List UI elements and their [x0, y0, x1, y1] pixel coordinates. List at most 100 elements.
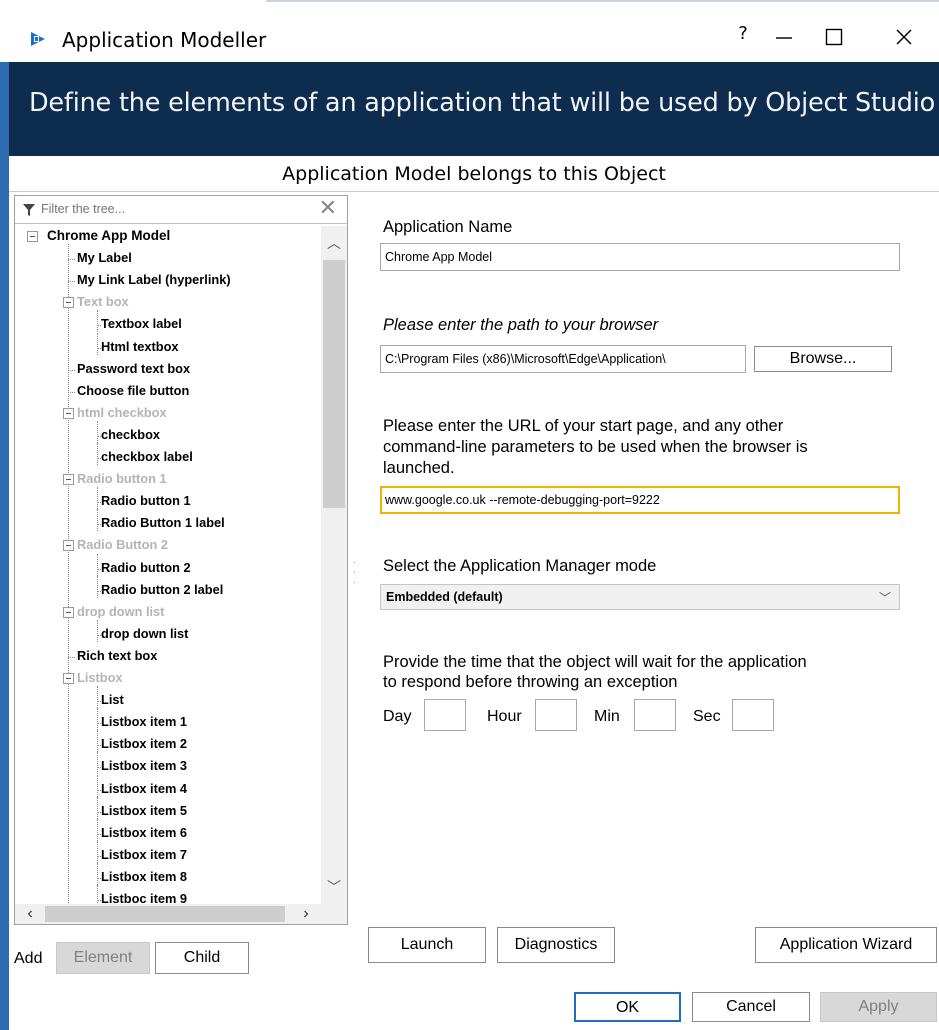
- vertical-scroll-thumb[interactable]: [323, 260, 345, 508]
- tree-guide-line: [97, 487, 98, 510]
- collapse-node-icon[interactable]: [63, 474, 74, 486]
- tree-root-node[interactable]: Chrome App Model: [47, 228, 170, 250]
- tree-node[interactable]: Html textbox: [101, 339, 179, 361]
- tree-node[interactable]: Listbox item 4: [101, 781, 187, 803]
- tree-node[interactable]: Choose file button: [77, 383, 189, 405]
- tree-node[interactable]: Password text box: [77, 361, 190, 383]
- app-manager-mode-select[interactable]: Embedded (default) ﹀: [380, 584, 900, 610]
- tree-vertical-scrollbar[interactable]: ︿ ﹀: [321, 226, 347, 906]
- scroll-left-icon[interactable]: ‹: [19, 904, 41, 924]
- filter-icon: [23, 204, 35, 216]
- tree-node[interactable]: html checkbox: [77, 405, 167, 427]
- ok-button[interactable]: OK: [574, 992, 681, 1022]
- tree-node[interactable]: Listbox item 3: [101, 758, 187, 780]
- splitter-handle[interactable]: · · ·: [353, 558, 359, 588]
- tree-node[interactable]: drop down list: [101, 626, 188, 648]
- tree-guide-line: [97, 730, 98, 753]
- browse-button[interactable]: Browse...: [754, 346, 892, 372]
- tree-guide-line: [97, 420, 98, 443]
- cancel-button[interactable]: Cancel: [692, 992, 810, 1022]
- filter-input[interactable]: [41, 198, 321, 220]
- tree-node[interactable]: List: [101, 692, 124, 714]
- timeout-label-line1: Provide the time that the object will wa…: [383, 653, 807, 671]
- tree-guide-line: [97, 796, 98, 819]
- tree-node[interactable]: Listbox item 8: [101, 869, 187, 891]
- tree-guide-line: [97, 619, 98, 642]
- tree-node[interactable]: Radio button 1: [101, 493, 191, 515]
- tree-node[interactable]: Text box: [77, 294, 129, 316]
- tree-node[interactable]: My Link Label (hyperlink): [77, 272, 231, 294]
- tree-node[interactable]: Listbox item 5: [101, 803, 187, 825]
- tree-guide-line: [97, 509, 98, 532]
- tree-node[interactable]: Radio button 2: [101, 560, 191, 582]
- tree-connector: [68, 281, 75, 283]
- tree-node[interactable]: Rich text box: [77, 648, 157, 670]
- hour-label: Hour: [487, 708, 522, 725]
- start-url-field[interactable]: www.google.co.uk --remote-debugging-port…: [380, 486, 900, 514]
- tree-node[interactable]: Listbox item 2: [101, 736, 187, 758]
- tree-guide-line: [97, 752, 98, 775]
- apply-button[interactable]: Apply: [820, 992, 937, 1022]
- tree-guide-line: [97, 443, 98, 466]
- minimize-button[interactable]: [759, 20, 809, 54]
- clear-filter-icon[interactable]: ✕: [319, 196, 337, 221]
- collapse-node-icon[interactable]: [63, 540, 74, 552]
- close-button[interactable]: [879, 20, 929, 54]
- sec-label: Sec: [693, 708, 721, 725]
- tree-guide-line: [97, 840, 98, 863]
- tree-guide-line: [97, 686, 98, 709]
- tree-horizontal-scrollbar[interactable]: ‹ ›: [15, 904, 347, 924]
- tree-node[interactable]: Textbox label: [101, 316, 182, 338]
- day-input[interactable]: [424, 699, 466, 731]
- tree-guide-line: [97, 575, 98, 598]
- tree-node[interactable]: checkbox: [101, 427, 160, 449]
- collapse-node-icon[interactable]: [63, 297, 74, 309]
- title-bar: Application Modeller ?: [9, 14, 939, 62]
- scroll-up-icon[interactable]: ︿: [321, 232, 347, 254]
- min-input[interactable]: [634, 699, 676, 731]
- tree-node[interactable]: Radio button 1: [77, 471, 167, 493]
- maximize-button[interactable]: [809, 20, 859, 54]
- tree-node[interactable]: drop down list: [77, 604, 164, 626]
- sec-input[interactable]: [732, 699, 774, 731]
- help-button[interactable]: ?: [723, 16, 763, 50]
- browser-path-field[interactable]: C:\Program Files (x86)\Microsoft\Edge\Ap…: [380, 345, 746, 373]
- tree-connector: [68, 656, 75, 658]
- tree-filter: ✕: [15, 196, 347, 224]
- sub-header: Application Model belongs to this Object: [9, 156, 939, 192]
- tree-node[interactable]: My Label: [77, 250, 132, 272]
- tree-node[interactable]: Radio button 2 label: [101, 582, 223, 604]
- tree-guide-line: [97, 553, 98, 576]
- tree-guide-line: [97, 310, 98, 333]
- mode-select-value: Embedded (default): [386, 590, 503, 604]
- diagnostics-button[interactable]: Diagnostics: [497, 927, 615, 963]
- url-label-line1: Please enter the URL of your start page,…: [383, 417, 784, 435]
- tree-node[interactable]: Radio Button 1 label: [101, 515, 225, 537]
- tree-guide-line: [97, 774, 98, 797]
- horizontal-scroll-thumb[interactable]: [45, 906, 285, 922]
- app-modeller-icon: [31, 32, 45, 46]
- app-name-field[interactable]: Chrome App Model: [380, 243, 900, 271]
- collapse-node-icon[interactable]: [27, 231, 38, 242]
- collapse-node-icon[interactable]: [63, 673, 74, 684]
- window-left-border: [0, 0, 9, 1030]
- scroll-right-icon[interactable]: ›: [295, 904, 317, 924]
- hour-input[interactable]: [535, 699, 577, 731]
- add-element-button[interactable]: Element: [56, 942, 150, 974]
- scroll-down-icon[interactable]: ﹀: [321, 876, 347, 898]
- tree-connector: [68, 259, 75, 261]
- collapse-node-icon[interactable]: [63, 407, 74, 419]
- tree-node[interactable]: Listbox item 6: [101, 825, 187, 847]
- application-wizard-button[interactable]: Application Wizard: [755, 927, 937, 963]
- url-label-line3: launched.: [383, 459, 455, 477]
- launch-button[interactable]: Launch: [368, 927, 486, 963]
- tree-guide-line: [97, 818, 98, 841]
- collapse-node-icon[interactable]: [63, 606, 74, 618]
- mode-label: Select the Application Manager mode: [383, 557, 657, 575]
- tree-node[interactable]: Listbox item 7: [101, 847, 187, 869]
- tree-node[interactable]: Listbox item 1: [101, 714, 187, 736]
- tree-node[interactable]: checkbox label: [101, 449, 193, 471]
- add-child-button[interactable]: Child: [155, 942, 249, 974]
- tree-node[interactable]: Radio Button 2: [77, 537, 168, 559]
- tree-node[interactable]: Listbox: [77, 670, 123, 692]
